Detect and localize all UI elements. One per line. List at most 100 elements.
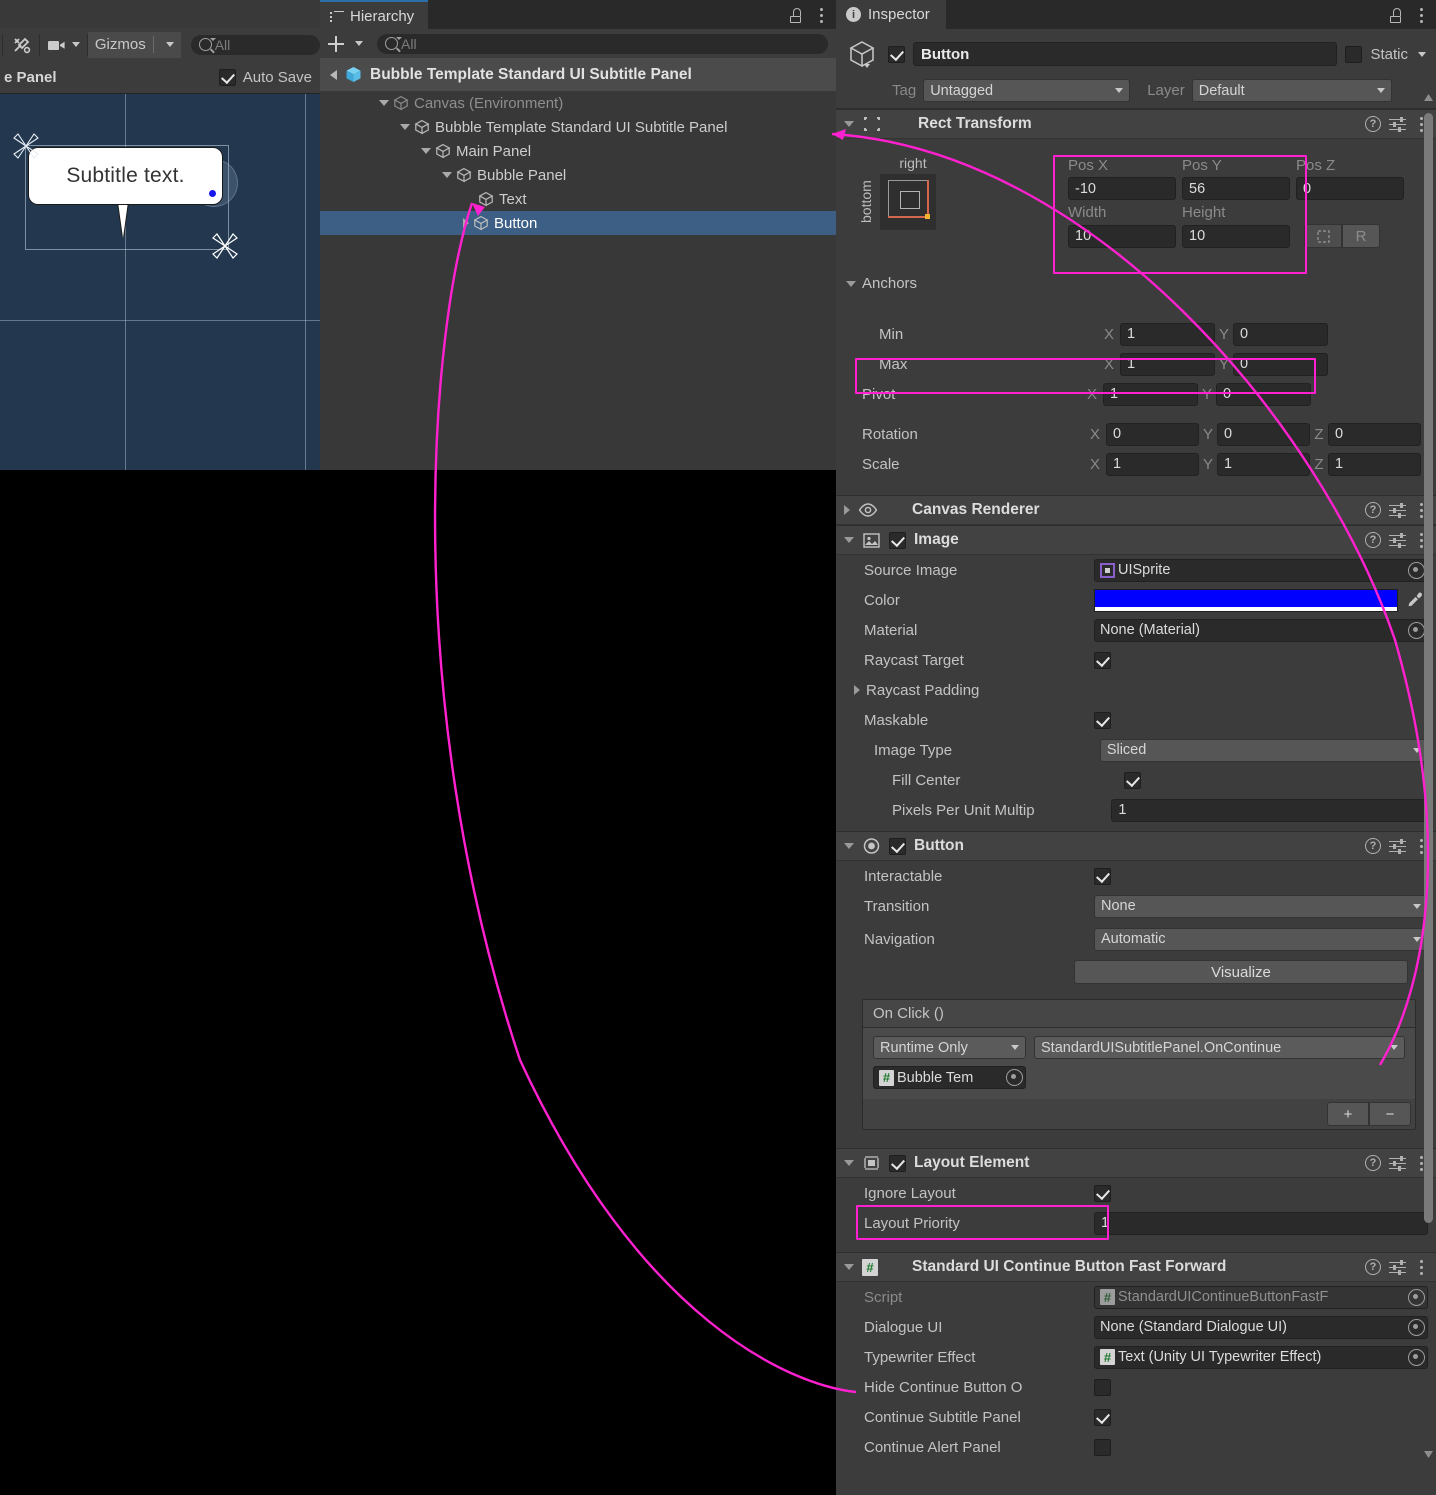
anchor-preview[interactable]: [880, 174, 936, 230]
gameobject-name-field[interactable]: Button: [913, 42, 1338, 66]
presets-icon[interactable]: [1389, 1259, 1406, 1275]
anchor-max-x-field[interactable]: 1: [1120, 352, 1215, 376]
chevron-down-icon[interactable]: [844, 1160, 854, 1166]
chevron-right-icon[interactable]: [463, 218, 469, 228]
rotation-z-field[interactable]: 0: [1328, 422, 1421, 446]
camera-icon[interactable]: [40, 32, 87, 58]
anchor-preset-widget[interactable]: right bottom: [858, 155, 968, 230]
help-icon[interactable]: ?: [1365, 502, 1381, 518]
event-mode-dropdown[interactable]: Runtime Only: [873, 1036, 1026, 1059]
component-header-fast-forward[interactable]: # Standard UI Continue Button Fast Forwa…: [836, 1252, 1436, 1282]
static-checkbox[interactable]: [1345, 45, 1363, 63]
object-picker-icon[interactable]: [1006, 1069, 1023, 1086]
component-kebab-icon[interactable]: [1414, 1258, 1428, 1276]
hierarchy-item-text[interactable]: Text: [320, 187, 836, 211]
continue-subtitle-checkbox[interactable]: [1094, 1408, 1111, 1426]
height-field[interactable]: 10: [1182, 224, 1290, 248]
gameobject-enabled-checkbox[interactable]: [888, 45, 905, 63]
presets-icon[interactable]: [1389, 116, 1406, 132]
material-field[interactable]: None (Material): [1094, 618, 1428, 642]
scale-y-field[interactable]: 1: [1217, 452, 1310, 476]
chevron-down-icon[interactable]: [400, 124, 410, 130]
object-picker-icon[interactable]: [1408, 1288, 1425, 1306]
back-chevron-icon[interactable]: [330, 69, 337, 80]
pos-y-field[interactable]: 56: [1182, 177, 1290, 200]
presets-icon[interactable]: [1389, 532, 1406, 548]
hierarchy-item-button[interactable]: Button: [320, 211, 836, 235]
raycast-padding-foldout[interactable]: Raycast Padding: [836, 675, 1436, 705]
typewriter-effect-field[interactable]: # Text (Unity UI Typewriter Effect): [1094, 1345, 1428, 1369]
layer-dropdown[interactable]: Default: [1191, 79, 1392, 102]
chevron-right-icon[interactable]: [844, 505, 850, 515]
hierarchy-item-canvas-environment[interactable]: Canvas (Environment): [320, 91, 836, 115]
chevron-down-icon[interactable]: [442, 172, 452, 178]
anchor-min-y-field[interactable]: 0: [1233, 322, 1328, 346]
scroll-down-arrow-icon[interactable]: [1423, 1447, 1434, 1461]
chevron-down-icon[interactable]: [379, 100, 389, 106]
eyedropper-icon[interactable]: [1406, 591, 1424, 609]
interactable-checkbox[interactable]: [1094, 867, 1111, 885]
component-header-canvas-renderer[interactable]: Canvas Renderer ?: [836, 495, 1436, 525]
lock-icon[interactable]: [1389, 7, 1402, 23]
hierarchy-kebab-icon[interactable]: [814, 6, 828, 24]
image-enabled-checkbox[interactable]: [889, 531, 906, 549]
help-icon[interactable]: ?: [1365, 532, 1381, 548]
lock-icon[interactable]: [789, 7, 802, 23]
component-header-image[interactable]: Image ?: [836, 525, 1436, 555]
object-picker-icon[interactable]: [1408, 561, 1425, 579]
width-field[interactable]: 10: [1068, 224, 1176, 248]
presets-icon[interactable]: [1389, 838, 1406, 854]
chevron-down-icon[interactable]: [844, 121, 854, 127]
layout-element-enabled-checkbox[interactable]: [889, 1154, 906, 1172]
chevron-down-icon[interactable]: [844, 1264, 854, 1270]
hierarchy-search-input[interactable]: All: [377, 33, 828, 54]
presets-icon[interactable]: [1389, 502, 1406, 518]
fill-center-checkbox[interactable]: [1124, 771, 1141, 789]
event-object-field[interactable]: # Bubble Tem: [873, 1066, 1026, 1089]
object-picker-icon[interactable]: [1408, 1318, 1425, 1336]
help-icon[interactable]: ?: [1365, 116, 1381, 132]
object-picker-icon[interactable]: [1408, 1348, 1425, 1366]
remove-event-button[interactable]: −: [1369, 1102, 1411, 1126]
hierarchy-item-bubble-template-standard-ui-subtitle-panel[interactable]: Bubble Template Standard UI Subtitle Pan…: [320, 115, 836, 139]
help-icon[interactable]: ?: [1365, 838, 1381, 854]
rotation-x-field[interactable]: 0: [1106, 422, 1199, 446]
chevron-down-icon[interactable]: [844, 537, 854, 543]
anchor-handle-icon[interactable]: [9, 129, 43, 163]
pos-z-field[interactable]: 0: [1296, 177, 1404, 200]
scene-viewport[interactable]: Subtitle text.: [0, 94, 320, 470]
raw-edit-button[interactable]: R: [1342, 224, 1380, 248]
component-header-layout-element[interactable]: Layout Element ?: [836, 1148, 1436, 1178]
visualize-button[interactable]: Visualize: [1074, 960, 1408, 984]
inspector-scrollbar[interactable]: [1424, 113, 1433, 1223]
scene-kebab-icon[interactable]: [292, 4, 306, 24]
subtitle-bubble[interactable]: Subtitle text.: [28, 147, 223, 205]
hierarchy-tree[interactable]: Canvas (Environment) Bubble Template Stan…: [320, 91, 836, 470]
tab-inspector[interactable]: i Inspector: [836, 0, 946, 29]
help-icon[interactable]: ?: [1365, 1155, 1381, 1171]
pivot-handle-icon[interactable]: [208, 229, 242, 263]
component-header-button[interactable]: Button ?: [836, 831, 1436, 861]
presets-icon[interactable]: [1389, 1155, 1406, 1171]
navigation-dropdown[interactable]: Automatic: [1094, 927, 1428, 951]
continue-alert-checkbox[interactable]: [1094, 1438, 1111, 1456]
scene-search-input[interactable]: All: [190, 34, 320, 55]
tools-icon[interactable]: [5, 32, 39, 58]
object-picker-icon[interactable]: [1408, 621, 1425, 639]
help-icon[interactable]: ?: [1365, 1259, 1381, 1275]
source-image-field[interactable]: UISprite: [1094, 558, 1428, 582]
scale-z-field[interactable]: 1: [1328, 452, 1421, 476]
add-chevron-down-icon[interactable]: [355, 41, 363, 46]
pixels-per-unit-field[interactable]: 1: [1111, 798, 1428, 822]
pos-x-field[interactable]: -10: [1068, 177, 1176, 200]
hierarchy-breadcrumb[interactable]: Bubble Template Standard UI Subtitle Pan…: [320, 58, 836, 91]
add-event-button[interactable]: +: [1327, 1102, 1369, 1126]
anchor-max-y-field[interactable]: 0: [1233, 352, 1328, 376]
scroll-up-arrow-icon[interactable]: [1423, 91, 1434, 105]
scale-x-field[interactable]: 1: [1106, 452, 1199, 476]
tag-dropdown[interactable]: Untagged: [923, 79, 1131, 102]
transition-dropdown[interactable]: None: [1094, 894, 1428, 918]
color-swatch[interactable]: [1094, 588, 1398, 612]
tab-hierarchy[interactable]: Hierarchy: [320, 0, 429, 31]
hide-continue-checkbox[interactable]: [1094, 1378, 1111, 1396]
